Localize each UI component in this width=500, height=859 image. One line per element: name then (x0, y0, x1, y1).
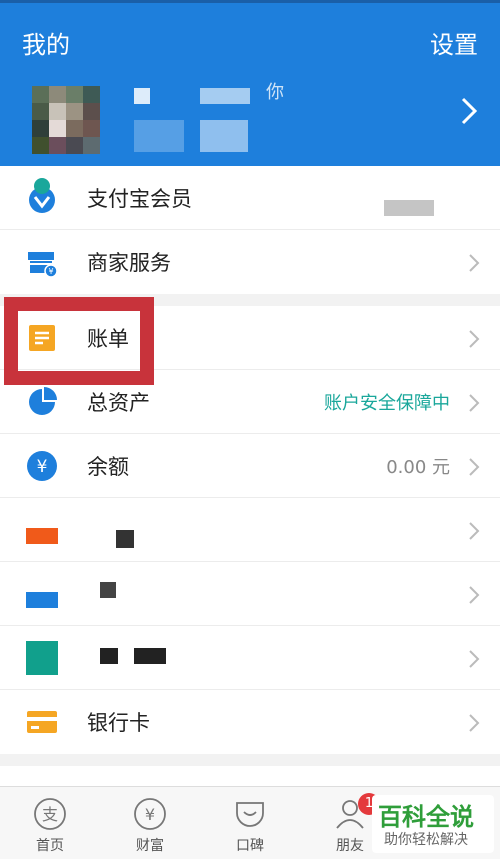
bill-icon (26, 322, 58, 354)
wealth-icon: ¥ (134, 798, 166, 830)
redacted-account (134, 120, 184, 152)
redacted-label (134, 648, 166, 664)
chevron-right-icon (461, 97, 478, 125)
page-title: 我的 (22, 31, 70, 59)
redacted-label (100, 582, 116, 598)
menu-item-redacted[interactable] (0, 562, 500, 626)
chevron-right-icon (469, 522, 480, 540)
balance-value: 0.00 元 (386, 456, 450, 478)
redacted-account (200, 120, 248, 152)
watermark: 百科全说 助你轻松解决 (372, 795, 494, 853)
chevron-right-icon (469, 394, 480, 412)
settings-button[interactable]: 设置 (430, 25, 478, 60)
menu-item-redacted[interactable] (0, 626, 500, 690)
section-gap (0, 294, 500, 306)
redacted-icon (26, 578, 58, 610)
menu-item-merchant[interactable]: ¥ 商家服务 (0, 230, 500, 294)
section-gap (0, 754, 500, 766)
svg-text:¥: ¥ (48, 267, 53, 276)
watermark-title: 百科全说 (378, 803, 474, 831)
pie-chart-icon (26, 386, 58, 418)
chevron-right-icon (469, 586, 480, 604)
menu-item-label: 商家服务 (87, 251, 171, 275)
svg-text:支: 支 (42, 805, 58, 824)
chevron-right-icon (469, 254, 480, 272)
menu-item-bill[interactable]: 账单 (0, 306, 500, 370)
menu-list: 支付宝会员 ¥ 商家服务 账单 总资产 账户安全保障中 ¥ 余额 0.00 元 … (0, 166, 500, 806)
watermark-subtitle: 助你轻松解决 (384, 832, 468, 848)
menu-item-balance[interactable]: ¥ 余额 0.00 元 (0, 434, 500, 498)
redacted-icon (26, 514, 58, 546)
security-status: 账户安全保障中 (324, 392, 450, 414)
svg-text:¥: ¥ (37, 457, 48, 477)
yuan-icon: ¥ (26, 450, 58, 482)
profile-header: 我的 设置 你 (0, 0, 500, 166)
tab-koubei[interactable]: 口碑 (200, 787, 300, 859)
menu-section: 账单 总资产 账户安全保障中 ¥ 余额 0.00 元 银行卡 (0, 306, 500, 754)
chevron-right-icon (469, 330, 480, 348)
menu-item-redacted[interactable] (0, 498, 500, 562)
redacted-icon (26, 641, 58, 675)
menu-item-label: 余额 (87, 454, 129, 479)
redacted-label (100, 648, 118, 664)
menu-section: 支付宝会员 ¥ 商家服务 (0, 166, 500, 294)
menu-item-member[interactable]: 支付宝会员 (0, 166, 500, 230)
tab-wealth[interactable]: ¥ 财富 (100, 787, 200, 859)
tab-label: 财富 (136, 838, 164, 854)
partial-icon (34, 178, 50, 194)
redacted-value (384, 200, 434, 216)
menu-item-assets[interactable]: 总资产 账户安全保障中 (0, 370, 500, 434)
menu-item-label: 账单 (87, 326, 129, 351)
menu-item-bank-card[interactable]: 银行卡 (0, 690, 500, 754)
tab-home[interactable]: 支 首页 (0, 787, 100, 859)
menu-item-label: 总资产 (87, 390, 150, 415)
menu-item-label: 银行卡 (87, 711, 150, 735)
chevron-right-icon (469, 458, 480, 476)
tab-label: 口碑 (236, 838, 264, 854)
tab-label: 首页 (36, 838, 64, 854)
svg-text:¥: ¥ (145, 805, 155, 824)
chevron-right-icon (469, 714, 480, 732)
redacted-name (134, 88, 150, 104)
chevron-right-icon (469, 650, 480, 668)
profile-card[interactable]: 你 (0, 78, 500, 168)
avatar[interactable] (32, 86, 100, 154)
home-icon: 支 (34, 798, 66, 830)
merchant-icon: ¥ (26, 246, 58, 278)
redacted-name (200, 88, 250, 104)
menu-item-label: 支付宝会员 (87, 186, 192, 211)
redacted-label (116, 530, 134, 548)
koubei-icon (236, 802, 264, 827)
bank-card-icon (26, 706, 58, 738)
profile-name-fragment: 你 (266, 82, 284, 103)
tab-label: 朋友 (336, 838, 364, 854)
